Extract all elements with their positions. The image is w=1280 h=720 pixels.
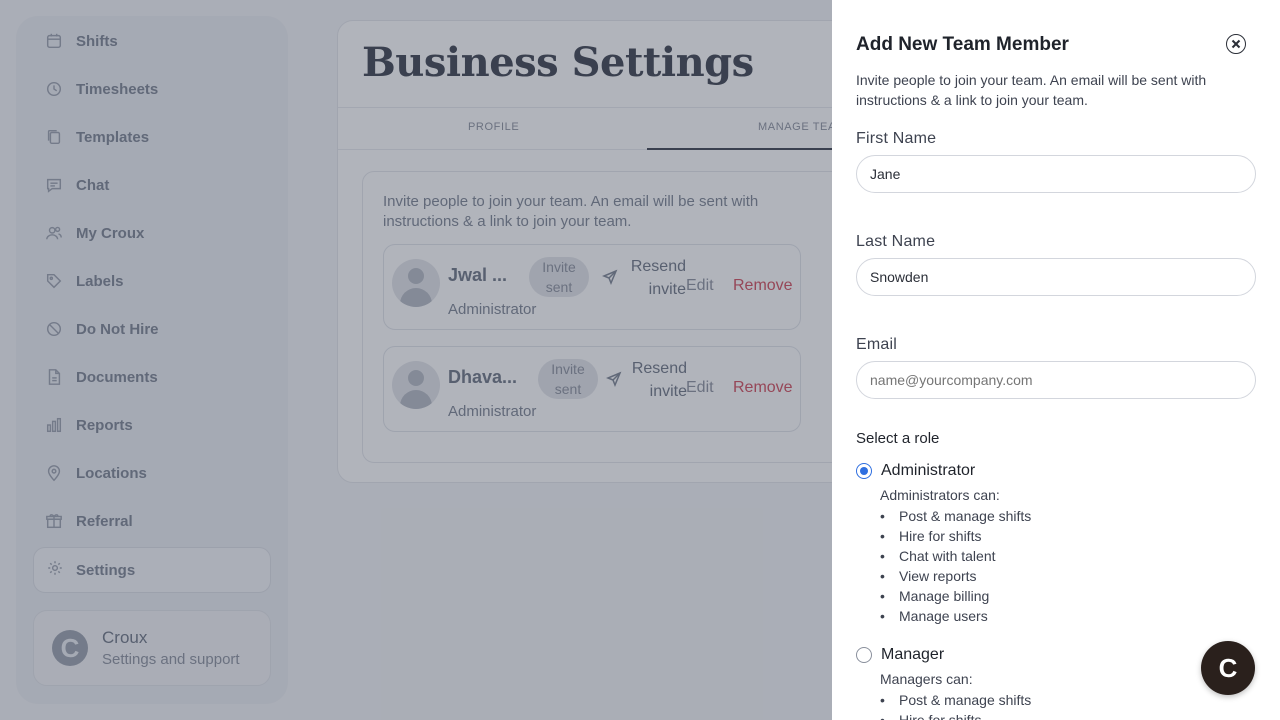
role-option-manager[interactable]: Manager [856,646,944,664]
role-heading: Select a role [856,430,940,447]
last-name-field[interactable] [856,258,1256,296]
permission-item: View reports [880,566,1031,586]
radio-button-selected[interactable] [856,463,872,479]
permission-list: Post & manage shifts Hire for shifts [880,690,1031,720]
permission-item: Manage billing [880,586,1031,606]
last-name-label: Last Name [856,233,936,250]
first-name-field[interactable] [856,155,1256,193]
email-field[interactable] [856,361,1256,399]
permission-item: Manage users [880,606,1031,626]
role-description: Administrators can: [880,487,1000,503]
role-name: Manager [881,646,945,663]
permission-item: Hire for shifts [880,526,1031,546]
permission-item: Chat with talent [880,546,1031,566]
permission-list: Post & manage shifts Hire for shifts Cha… [880,506,1031,626]
drawer-title: Add New Team Member [856,34,1069,55]
permission-item: Post & manage shifts [880,506,1031,526]
role-option-administrator[interactable]: Administrator [856,462,975,480]
role-name: Administrator [881,462,976,479]
drawer-description: Invite people to join your team. An emai… [856,72,1207,108]
role-description: Managers can: [880,671,973,687]
chat-support-button[interactable]: C [1201,641,1255,695]
close-icon [1231,39,1241,49]
close-button[interactable] [1226,34,1246,54]
croux-chat-icon: C [1218,653,1238,683]
permission-item: Hire for shifts [880,710,1031,720]
first-name-label: First Name [856,130,937,147]
add-team-member-drawer: Add New Team Member Invite people to joi… [832,0,1280,720]
permission-item: Post & manage shifts [880,690,1031,710]
email-label: Email [856,336,898,353]
radio-button[interactable] [856,647,872,663]
modal-backdrop[interactable] [0,0,832,720]
